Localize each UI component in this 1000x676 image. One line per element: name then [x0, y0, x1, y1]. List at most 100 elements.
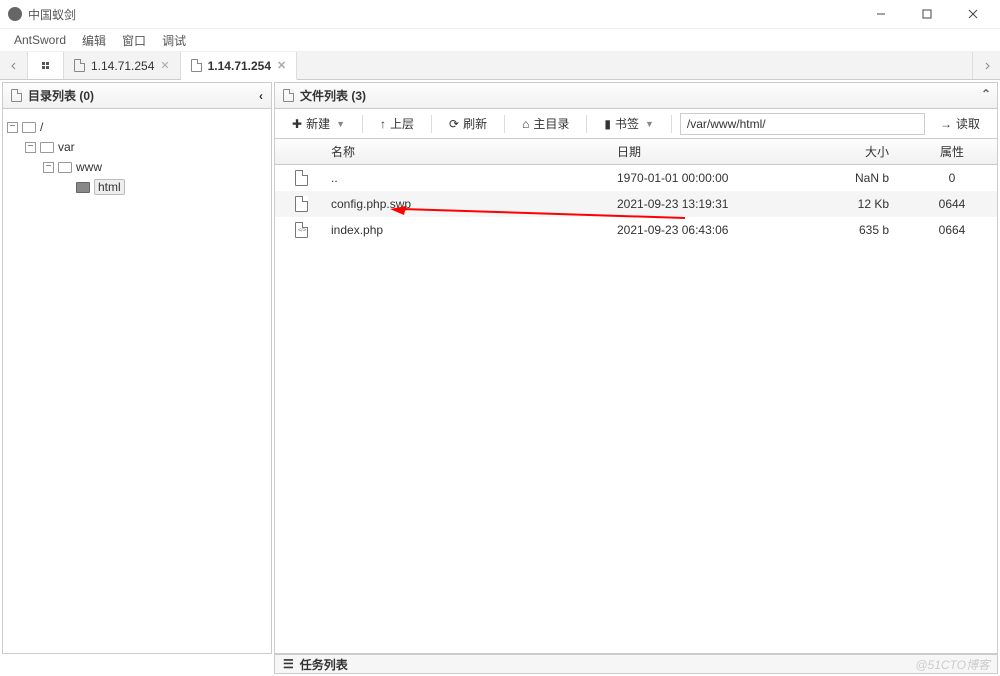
- refresh-label: 刷新: [463, 115, 487, 132]
- cell-attr: 0: [907, 171, 997, 185]
- separator: [504, 115, 505, 133]
- caret-down-icon: ▼: [336, 119, 345, 129]
- tab-close-icon[interactable]: ✕: [160, 59, 169, 72]
- collapse-icon[interactable]: −: [43, 162, 54, 173]
- tree-label: /: [40, 120, 43, 134]
- tree-node-var[interactable]: − var: [7, 137, 267, 157]
- cell-attr: 0644: [907, 197, 997, 211]
- folder-icon: [22, 122, 36, 133]
- collapse-icon[interactable]: −: [25, 142, 36, 153]
- col-name[interactable]: 名称: [327, 143, 617, 160]
- cell-name: index.php: [327, 223, 617, 237]
- arrow-up-icon: ↑: [380, 117, 386, 131]
- arrow-right-icon: →: [940, 117, 952, 131]
- tree-node-www[interactable]: − www: [7, 157, 267, 177]
- separator: [586, 115, 587, 133]
- bookmark-button[interactable]: ▮ 书签 ▼: [595, 111, 663, 136]
- separator: [671, 115, 672, 133]
- circle-plus-icon: ✚: [292, 117, 302, 131]
- file-panel-header: 文件列表 (3) ⌃: [275, 83, 997, 109]
- cell-size: 12 Kb: [797, 197, 907, 211]
- menubar: AntSword 编辑 窗口 调试: [0, 29, 1000, 52]
- home-tab[interactable]: [28, 52, 64, 79]
- file-icon: [295, 196, 308, 212]
- close-button[interactable]: [950, 0, 996, 29]
- menu-debug[interactable]: 调试: [154, 30, 194, 51]
- tab-scroll-left[interactable]: [0, 52, 28, 79]
- file-icon: [283, 89, 294, 102]
- col-date[interactable]: 日期: [617, 143, 797, 160]
- cell-size: 635 b: [797, 223, 907, 237]
- tree-node-html[interactable]: html: [7, 177, 267, 197]
- menu-edit[interactable]: 编辑: [74, 30, 114, 51]
- tab-label: 1.14.71.254: [208, 59, 271, 73]
- bookmark-icon: ▮: [604, 117, 611, 131]
- cell-date: 1970-01-01 00:00:00: [617, 171, 797, 185]
- cell-date: 2021-09-23 06:43:06: [617, 223, 797, 237]
- tree-label: html: [94, 179, 125, 195]
- col-size[interactable]: 大小: [797, 143, 907, 160]
- file-toolbar: ✚ 新建 ▼ ↑ 上层 ⟳ 刷新 ⌂ 主目录 ▮ 书签: [275, 109, 997, 139]
- bookmark-label: 书签: [615, 115, 639, 132]
- refresh-icon: ⟳: [449, 117, 459, 131]
- titlebar: 中国蚁剑: [0, 0, 1000, 29]
- main-area: 目录列表 (0) ‹ − / − var − www: [0, 80, 1000, 656]
- read-button[interactable]: → 读取: [931, 111, 989, 136]
- file-icon: [11, 89, 22, 102]
- cell-attr: 0664: [907, 223, 997, 237]
- table-row[interactable]: index.php 2021-09-23 06:43:06 635 b 0664: [275, 217, 997, 243]
- tab-1[interactable]: 1.14.71.254 ✕: [181, 52, 298, 80]
- menu-antsword[interactable]: AntSword: [6, 31, 74, 49]
- app-icon: [8, 7, 22, 21]
- directory-panel-header: 目录列表 (0) ‹: [3, 83, 271, 109]
- grid-icon: [42, 62, 49, 69]
- cell-date: 2021-09-23 13:19:31: [617, 197, 797, 211]
- folder-icon: [76, 182, 90, 193]
- up-button[interactable]: ↑ 上层: [371, 111, 423, 136]
- up-label: 上层: [390, 115, 414, 132]
- directory-panel-title: 目录列表 (0): [28, 87, 94, 104]
- home-icon: ⌂: [522, 117, 529, 131]
- read-label: 读取: [956, 115, 980, 132]
- file-icon: [295, 170, 308, 186]
- chevron-left-icon[interactable]: ‹: [259, 89, 263, 103]
- col-attr[interactable]: 属性: [907, 143, 997, 160]
- cell-name: config.php.swp: [327, 197, 617, 211]
- file-table-body: .. 1970-01-01 00:00:00 NaN b 0 config.ph…: [275, 165, 997, 653]
- cell-name: ..: [327, 171, 617, 185]
- file-icon: [74, 59, 85, 72]
- minimize-button[interactable]: [858, 0, 904, 29]
- maximize-button[interactable]: [904, 0, 950, 29]
- tab-label: 1.14.71.254: [91, 59, 154, 73]
- file-table-header: 名称 日期 大小 属性: [275, 139, 997, 165]
- table-row[interactable]: .. 1970-01-01 00:00:00 NaN b 0: [275, 165, 997, 191]
- tree-label: www: [76, 160, 102, 174]
- file-icon: [191, 59, 202, 72]
- tree-label: var: [58, 140, 75, 154]
- code-file-icon: [295, 222, 308, 238]
- path-input[interactable]: [680, 113, 925, 135]
- new-button[interactable]: ✚ 新建 ▼: [283, 111, 354, 136]
- separator: [362, 115, 363, 133]
- list-icon: ☰: [283, 657, 294, 671]
- tab-close-icon[interactable]: ✕: [277, 59, 286, 72]
- folder-icon: [40, 142, 54, 153]
- new-label: 新建: [306, 115, 330, 132]
- task-bar[interactable]: ☰ 任务列表: [274, 654, 998, 674]
- table-row[interactable]: config.php.swp 2021-09-23 13:19:31 12 Kb…: [275, 191, 997, 217]
- collapse-icon[interactable]: −: [7, 122, 18, 133]
- watermark: @51CTO博客: [915, 656, 990, 673]
- caret-down-icon: ▼: [645, 119, 654, 129]
- home-label: 主目录: [533, 115, 569, 132]
- file-panel-title: 文件列表 (3): [300, 87, 366, 104]
- file-panel: 文件列表 (3) ⌃ ✚ 新建 ▼ ↑ 上层 ⟳ 刷新 ⌂ 主目录: [274, 82, 998, 654]
- directory-panel: 目录列表 (0) ‹ − / − var − www: [2, 82, 272, 654]
- chevron-up-icon[interactable]: ⌃: [981, 87, 991, 101]
- tab-scroll-right[interactable]: [972, 52, 1000, 79]
- home-button[interactable]: ⌂ 主目录: [513, 111, 578, 136]
- directory-tree: − / − var − www html: [3, 109, 271, 205]
- refresh-button[interactable]: ⟳ 刷新: [440, 111, 496, 136]
- menu-window[interactable]: 窗口: [114, 30, 154, 51]
- tab-0[interactable]: 1.14.71.254 ✕: [64, 52, 181, 79]
- tree-node-root[interactable]: − /: [7, 117, 267, 137]
